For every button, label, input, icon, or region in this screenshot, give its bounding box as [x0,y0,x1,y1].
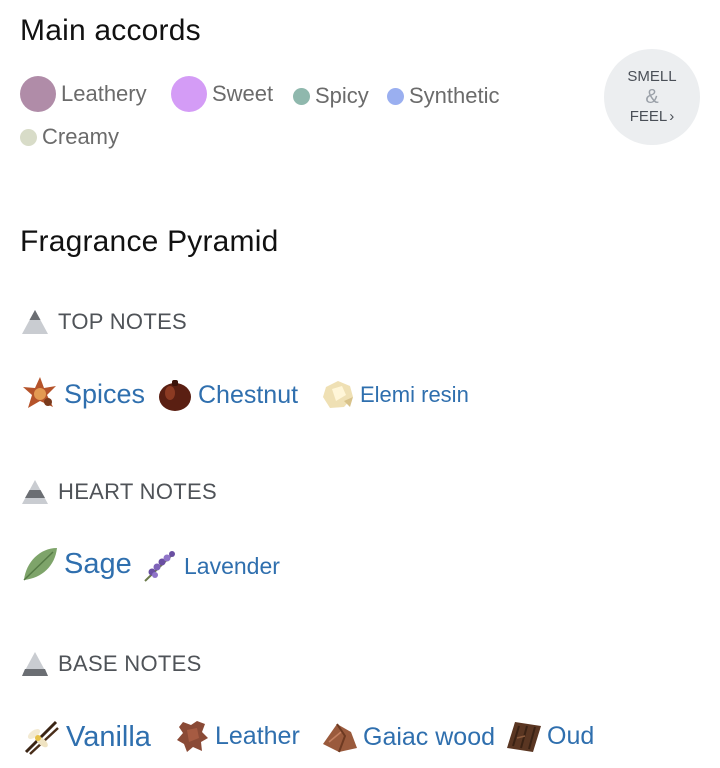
leather-icon [177,721,208,752]
vanilla-icon [24,720,59,755]
note-lavender[interactable]: Lavender [142,548,280,584]
note-chestnut[interactable]: Chestnut [156,376,298,414]
note-name: Sage [64,547,132,580]
note-name: Chestnut [198,380,299,409]
note-name: Oud [547,721,595,750]
accord-leathery: Leathery [20,76,147,112]
note-name: Gaiac wood [363,722,496,751]
chevron-right-icon: › [669,108,675,125]
fragrance-pyramid-title: Fragrance Pyramid [20,225,279,258]
feel-label: FEEL [629,108,668,125]
note-name: Leather [215,721,300,750]
note-gaiac-wood[interactable]: Gaiac wood [321,718,495,756]
main-accords-title: Main accords [20,14,201,47]
note-name: Elemi resin [360,382,469,407]
accord-sweet: Sweet [171,76,273,112]
note-spices[interactable]: Spices [20,374,145,414]
accord-label: Creamy [42,124,120,149]
accord-label: Sweet [212,81,274,106]
pyramid-heart-icon [22,480,48,504]
accord-label: Spicy [315,83,369,108]
accord-color-dot [293,87,310,105]
accord-color-dot [20,128,37,146]
chestnut-icon [159,380,191,411]
accord-synthetic: Synthetic [387,83,500,109]
accord-spicy: Spicy [293,83,369,109]
accord-label: Leathery [61,81,147,106]
top-notes-label: TOP NOTES [58,309,188,334]
gaiac-wood-icon [323,723,357,753]
lavender-icon [144,551,175,582]
accord-label: Synthetic [409,83,500,108]
top-notes-header: TOP NOTES [20,308,187,336]
spices-icon [23,377,56,408]
elemi-resin-icon [323,381,353,408]
base-notes-header: BASE NOTES [20,650,202,678]
accord-color-dot [171,76,207,112]
note-name: Vanilla [66,720,151,753]
heart-notes-label: HEART NOTES [58,479,217,504]
heart-notes-header: HEART NOTES [20,478,217,506]
accord-creamy: Creamy [20,124,119,150]
accord-color-dot [387,87,404,105]
note-elemi-resin[interactable]: Elemi resin [320,377,469,413]
ampersand-label: & [645,86,659,108]
oud-icon [507,722,541,752]
sage-icon [23,548,57,581]
note-vanilla[interactable]: Vanilla [20,716,151,758]
note-leather[interactable]: Leather [175,718,300,754]
note-name: Lavender [184,552,280,579]
note-oud[interactable]: Oud [505,718,594,754]
note-name: Spices [64,378,146,409]
smell-label: SMELL [627,68,677,85]
base-notes-label: BASE NOTES [58,651,202,676]
note-sage[interactable]: Sage [20,544,132,584]
smell-and-feel-button[interactable]: SMELL & FEEL › [604,49,700,145]
accord-color-dot [20,76,56,112]
pyramid-base-icon [22,652,48,676]
pyramid-top-icon [22,310,48,334]
